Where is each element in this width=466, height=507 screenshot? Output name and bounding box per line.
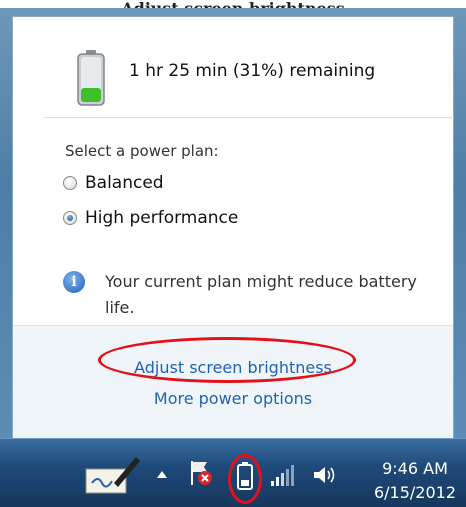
taskbar: 9:46 AM 6/15/2012 <box>0 438 466 507</box>
tray-highlight-ellipse <box>228 454 262 504</box>
clock[interactable]: 9:46 AM 6/15/2012 <box>370 457 460 505</box>
flyout-frame: 1 hr 25 min (31%) remaining Select a pow… <box>0 8 466 440</box>
battery-icon <box>77 50 105 106</box>
high-performance-radio[interactable] <box>63 211 77 225</box>
high-performance-label: High performance <box>85 208 239 228</box>
show-hidden-icons-arrow[interactable] <box>156 469 168 479</box>
plan-warning-text: Your current plan might reduce battery l… <box>105 272 417 317</box>
action-center-flag-icon[interactable] <box>188 459 214 487</box>
highlight-ellipse <box>98 337 356 383</box>
pen-input-icon[interactable] <box>84 453 142 497</box>
power-plan-heading: Select a power plan: <box>65 142 219 160</box>
signal-bars-icon[interactable] <box>270 463 296 487</box>
battery-status-text: 1 hr 25 min (31%) remaining <box>129 61 376 81</box>
clock-time: 9:46 AM <box>382 459 448 478</box>
more-power-options-link[interactable]: More power options <box>13 389 453 408</box>
info-icon: i <box>63 271 85 293</box>
balanced-radio[interactable] <box>63 176 77 190</box>
volume-icon[interactable] <box>312 463 338 487</box>
clock-date: 6/15/2012 <box>373 483 457 502</box>
balanced-label: Balanced <box>85 173 164 193</box>
divider <box>44 117 454 118</box>
plan-high-performance-option[interactable]: High performance <box>63 206 238 230</box>
plan-balanced-option[interactable]: Balanced <box>63 171 164 195</box>
